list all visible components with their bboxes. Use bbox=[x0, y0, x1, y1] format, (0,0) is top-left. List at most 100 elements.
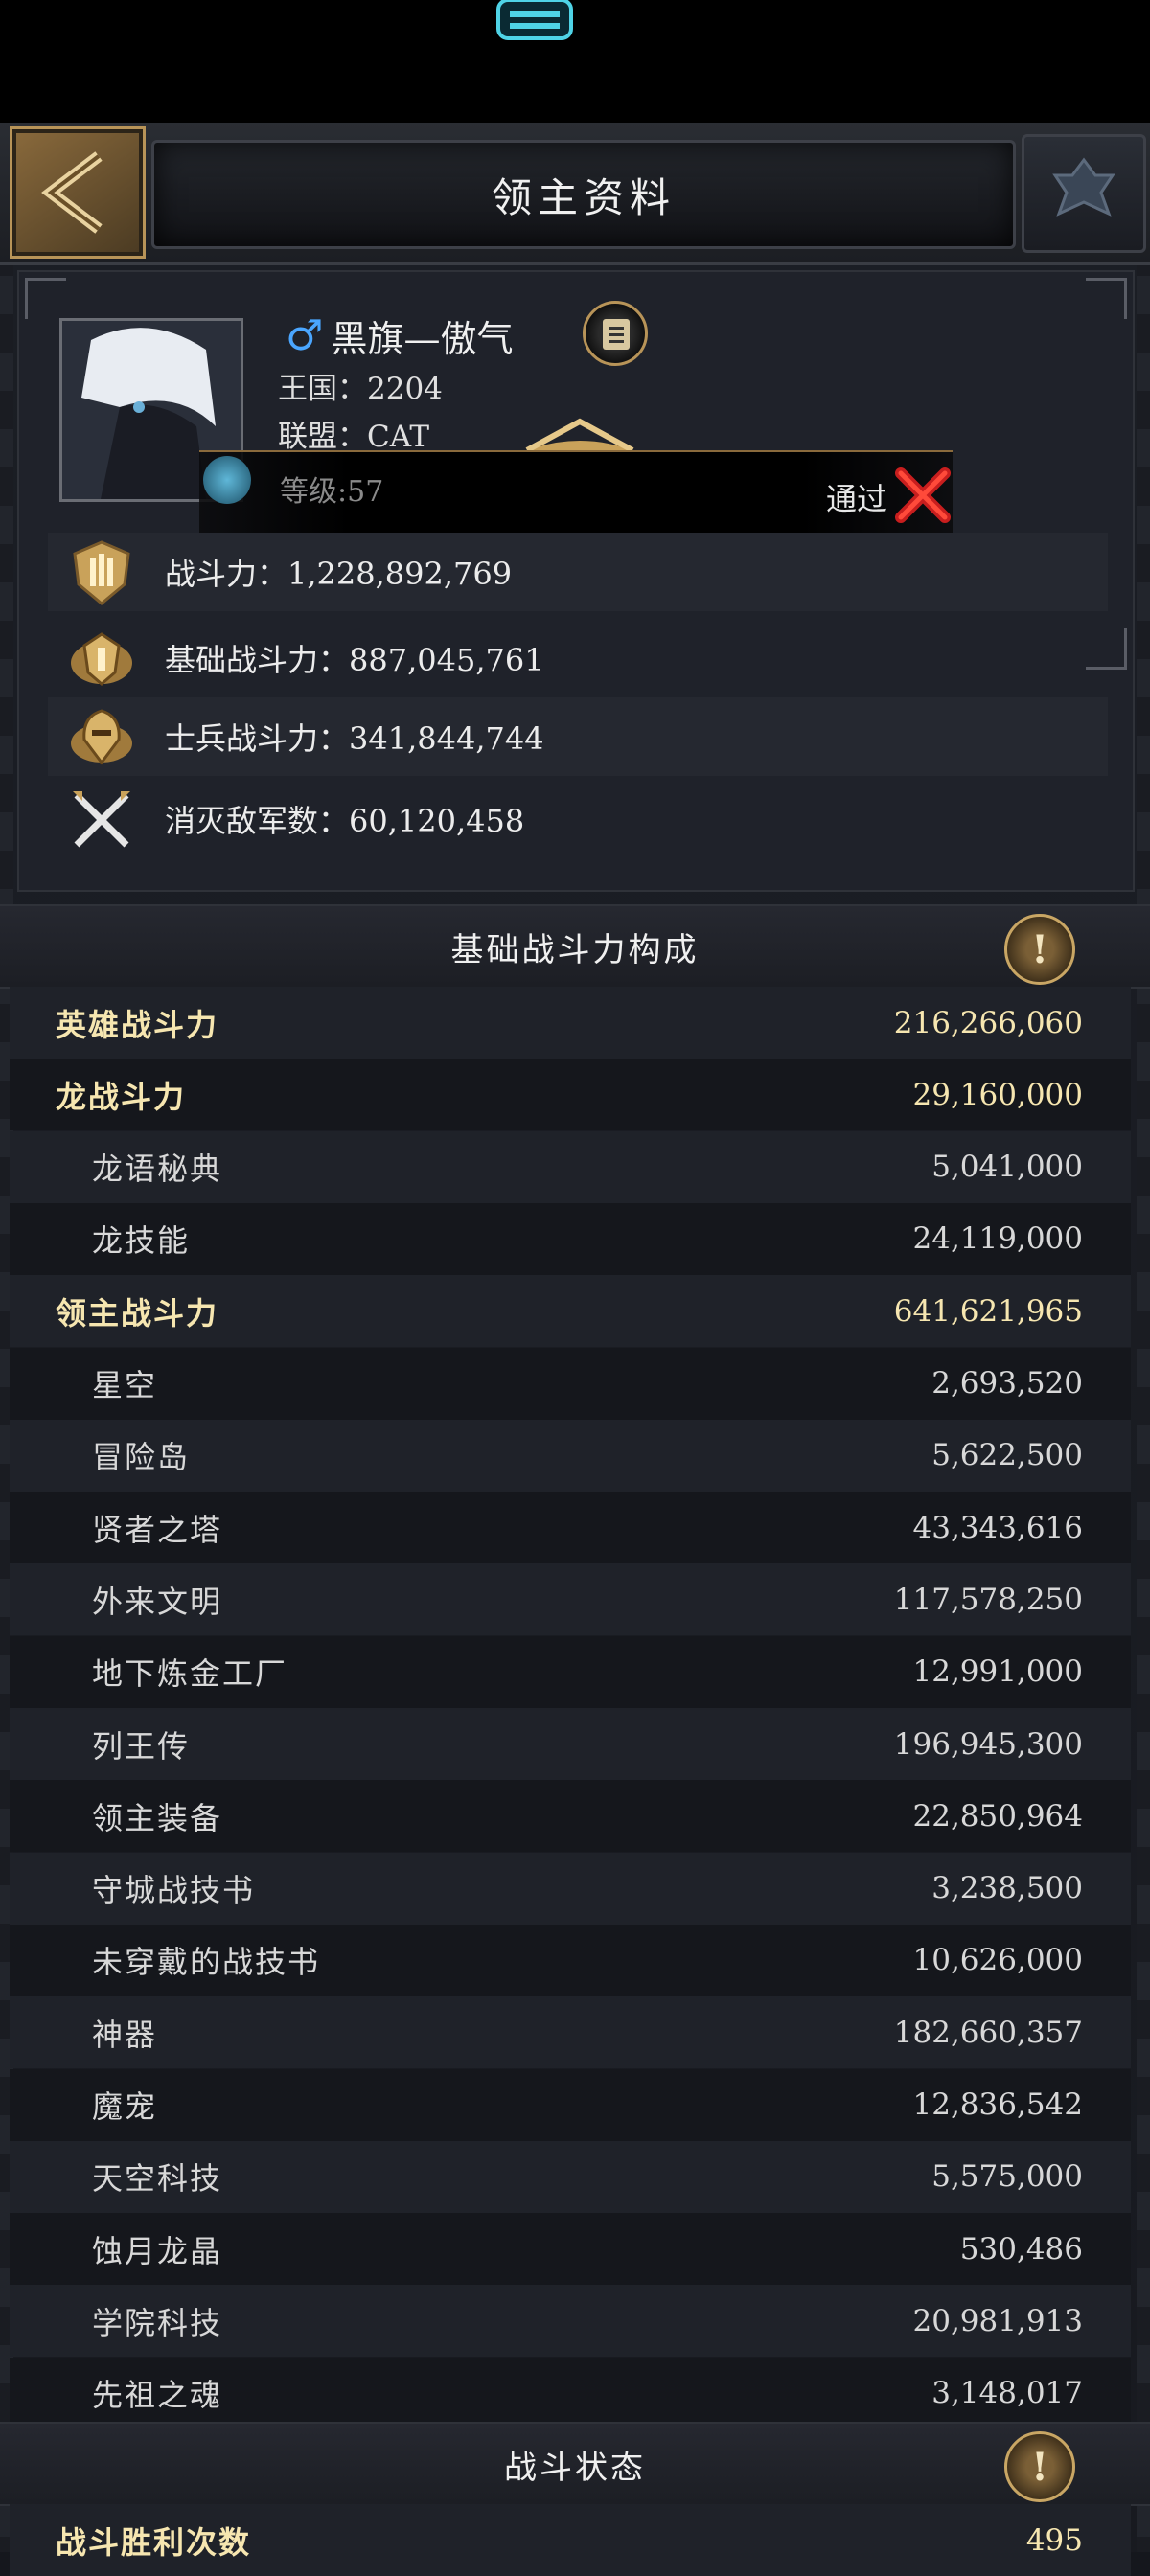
title-panel: 领主资料 bbox=[151, 140, 1016, 249]
table-row: 冒险岛 5,622,500 bbox=[10, 1419, 1131, 1492]
player-name: 黑旗—傲气 bbox=[331, 317, 514, 360]
row-value: 12,991,000 bbox=[912, 1654, 1084, 1690]
table-row: 龙语秘典 5,041,000 bbox=[10, 1130, 1131, 1203]
row-label: 未穿戴的战技书 bbox=[92, 1944, 321, 1981]
row-value: 3,238,500 bbox=[932, 1871, 1083, 1906]
row-value: 5,575,000 bbox=[932, 2159, 1083, 2195]
table-row: 外来文明 117,578,250 bbox=[10, 1563, 1131, 1636]
row-label: 星空 bbox=[92, 1367, 158, 1403]
row-value: 43,343,616 bbox=[912, 1510, 1084, 1545]
stat-row-base-power: 基础战斗力：887,045,761 bbox=[48, 619, 1108, 697]
status-bar bbox=[0, 0, 1150, 123]
section-title: 基础战斗力构成 bbox=[450, 930, 700, 969]
stat-row-kills: 消灭敌军数：60,120,458 bbox=[48, 780, 1108, 858]
table-row: 先祖之魂 3,148,017 bbox=[10, 2357, 1131, 2429]
back-arrow-icon bbox=[41, 151, 103, 234]
section-header-base-power: 基础战斗力构成 ! bbox=[0, 904, 1150, 989]
row-value: 24,119,000 bbox=[912, 1221, 1084, 1257]
row-label: 冒险岛 bbox=[92, 1439, 191, 1476]
row-label: 龙技能 bbox=[92, 1222, 191, 1260]
table-row: 未穿戴的战技书 10,626,000 bbox=[10, 1924, 1131, 1996]
section-header-battle-status: 战斗状态 ! bbox=[0, 2422, 1150, 2506]
row-value: 2,693,520 bbox=[932, 1366, 1083, 1401]
row-label: 龙战斗力 bbox=[56, 1078, 187, 1115]
tip-button[interactable]: ! bbox=[1004, 914, 1075, 985]
table-row: 神器 182,660,357 bbox=[10, 1996, 1131, 2069]
row-value: 641,621,965 bbox=[893, 1293, 1083, 1329]
row-value: 216,266,060 bbox=[893, 1005, 1083, 1040]
row-label: 战斗胜利次数 bbox=[56, 2523, 252, 2561]
table-row: 魔宠 12,836,542 bbox=[10, 2068, 1131, 2141]
close-icon[interactable] bbox=[891, 464, 954, 527]
row-label: 天空科技 bbox=[92, 2160, 223, 2198]
row-value: 3,148,017 bbox=[932, 2376, 1083, 2411]
tip-button[interactable]: ! bbox=[1004, 2431, 1075, 2502]
section-title: 战斗状态 bbox=[504, 2448, 646, 2487]
row-label: 魔宠 bbox=[92, 2088, 158, 2125]
header-bar: 领主资料 bbox=[0, 123, 1150, 265]
row-value: 495 bbox=[1025, 2522, 1083, 2558]
app-logo-icon bbox=[496, 0, 573, 40]
table-row: 天空科技 5,575,000 bbox=[10, 2140, 1131, 2213]
row-label: 神器 bbox=[92, 2016, 158, 2053]
stat-label: 基础战斗力：887,045,761 bbox=[165, 642, 544, 678]
row-value: 196,945,300 bbox=[893, 1726, 1083, 1762]
row-label: 英雄战斗力 bbox=[56, 1006, 219, 1043]
info-button[interactable] bbox=[583, 301, 648, 366]
table-row: 蚀月龙晶 530,486 bbox=[10, 2213, 1131, 2286]
row-label: 守城战技书 bbox=[92, 1872, 256, 1909]
page-title: 领主资料 bbox=[491, 173, 676, 221]
row-label: 学院科技 bbox=[92, 2304, 223, 2341]
corner-decoration bbox=[1086, 278, 1127, 319]
table-row: 龙战斗力 29,160,000 bbox=[10, 1059, 1131, 1131]
row-value: 182,660,357 bbox=[893, 2015, 1083, 2050]
table-row: 地下炼金工厂 12,991,000 bbox=[10, 1635, 1131, 1708]
power-shield-icon bbox=[73, 540, 130, 605]
stat-label: 士兵战斗力：341,844,744 bbox=[165, 720, 544, 757]
stat-label: 消灭敌军数：60,120,458 bbox=[165, 803, 525, 839]
back-button[interactable] bbox=[10, 126, 146, 259]
document-icon bbox=[603, 319, 630, 350]
table-row: 战斗胜利次数 495 bbox=[10, 2504, 1131, 2576]
crest-icon bbox=[1052, 157, 1116, 217]
row-label: 领主装备 bbox=[92, 1799, 223, 1836]
row-label: 列王传 bbox=[92, 1727, 191, 1765]
exclamation-icon: ! bbox=[1031, 926, 1048, 972]
table-row: 英雄战斗力 216,266,060 bbox=[10, 987, 1131, 1059]
troop-power-icon bbox=[71, 709, 132, 765]
level-text: 等级:57 bbox=[280, 475, 384, 509]
row-value: 117,578,250 bbox=[893, 1582, 1083, 1617]
table-row: 领主战斗力 641,621,965 bbox=[10, 1275, 1131, 1348]
stat-row-troop-power: 士兵战斗力：341,844,744 bbox=[48, 697, 1108, 776]
row-value: 5,041,000 bbox=[932, 1150, 1083, 1185]
stat-row-total-power: 战斗力：1,228,892,769 bbox=[48, 533, 1108, 611]
right-border-decoration bbox=[1137, 123, 1150, 2552]
table-row: 贤者之塔 43,343,616 bbox=[10, 1492, 1131, 1564]
table-row: 学院科技 20,981,913 bbox=[10, 2285, 1131, 2358]
kingdom-info: 王国：2204 bbox=[278, 372, 443, 406]
crossed-swords-icon bbox=[73, 791, 130, 848]
table-row: 领主装备 22,850,964 bbox=[10, 1780, 1131, 1853]
row-label: 蚀月龙晶 bbox=[92, 2232, 223, 2269]
row-label: 地下炼金工厂 bbox=[92, 1655, 288, 1693]
refresh-icon bbox=[203, 456, 251, 504]
exclamation-icon: ! bbox=[1031, 2444, 1048, 2490]
row-value: 12,836,542 bbox=[912, 2087, 1084, 2122]
row-value: 10,626,000 bbox=[912, 1943, 1084, 1978]
row-value: 530,486 bbox=[959, 2231, 1083, 2267]
pass-label: 通过 bbox=[826, 481, 888, 517]
row-label: 贤者之塔 bbox=[92, 1511, 223, 1548]
player-name-row: ♂ 黑旗—傲气 bbox=[286, 307, 513, 364]
emblem-button[interactable] bbox=[1022, 134, 1146, 253]
row-label: 龙语秘典 bbox=[92, 1151, 223, 1188]
row-label: 领主战斗力 bbox=[56, 1294, 219, 1332]
male-icon: ♂ bbox=[286, 310, 324, 360]
row-value: 22,850,964 bbox=[912, 1798, 1084, 1834]
table-row: 列王传 196,945,300 bbox=[10, 1708, 1131, 1780]
row-value: 29,160,000 bbox=[912, 1077, 1084, 1112]
stat-label: 战斗力：1,228,892,769 bbox=[165, 556, 513, 592]
corner-decoration bbox=[25, 278, 66, 319]
row-label: 外来文明 bbox=[92, 1583, 223, 1620]
table-row: 星空 2,693,520 bbox=[10, 1347, 1131, 1420]
base-power-icon bbox=[71, 632, 132, 686]
